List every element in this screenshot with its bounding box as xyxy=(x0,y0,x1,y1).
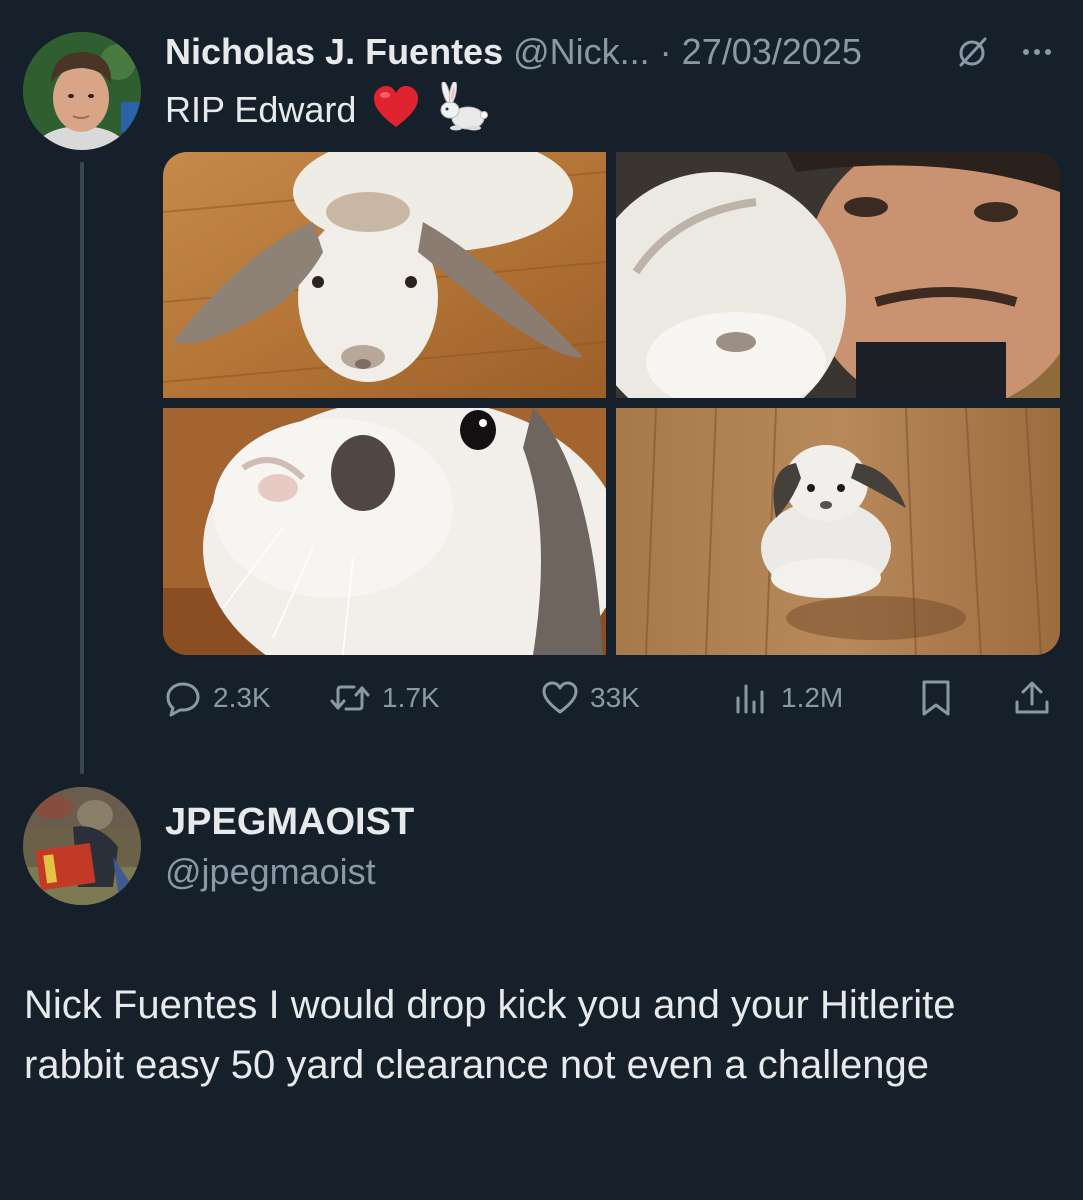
red-heart-icon xyxy=(372,85,420,140)
photo-rabbit-nose-closeup[interactable] xyxy=(163,408,606,655)
more-options-icon[interactable] xyxy=(1018,33,1056,71)
photo-rabbit-with-man[interactable] xyxy=(616,152,1060,398)
tweet-date[interactable]: 27/03/2025 xyxy=(682,31,862,72)
thread-connector-line xyxy=(80,162,84,774)
retweet-button[interactable]: 1.7K xyxy=(328,676,440,720)
photo-lop-rabbit-closeup[interactable] xyxy=(163,152,606,398)
tweet-header: Nicholas J. Fuentes @Nick... · 27/03/202… xyxy=(165,30,862,74)
bookmark-button[interactable] xyxy=(916,676,956,720)
photo-rabbit-on-wood-floor[interactable] xyxy=(616,408,1060,655)
retweet-count: 1.7K xyxy=(382,682,440,713)
tweet-text-content: RIP Edward xyxy=(165,89,357,131)
heart-icon xyxy=(540,678,580,718)
like-count: 33K xyxy=(590,682,640,713)
bookmark-icon xyxy=(916,678,956,718)
views-chart-icon xyxy=(731,678,771,718)
avatar-nicholas-fuentes[interactable] xyxy=(23,32,141,150)
grok-icon[interactable] xyxy=(955,34,991,70)
reply-icon xyxy=(163,678,203,718)
reply-author-handle[interactable]: @jpegmaoist xyxy=(165,850,376,894)
author-handle[interactable]: @Nick... xyxy=(513,31,650,72)
reply-author-display-name[interactable]: JPEGMAOIST xyxy=(165,800,414,844)
share-button[interactable] xyxy=(1012,676,1052,720)
reply-button[interactable]: 2.3K xyxy=(163,676,271,720)
tweet-text: RIP Edward xyxy=(165,80,489,143)
reply-count: 2.3K xyxy=(213,682,271,713)
author-display-name[interactable]: Nicholas J. Fuentes xyxy=(165,31,503,72)
rabbit-icon xyxy=(436,80,489,143)
views-button[interactable]: 1.2M xyxy=(731,676,843,720)
header-separator: · xyxy=(649,31,682,72)
reply-text: Nick Fuentes I would drop kick you and y… xyxy=(24,983,956,1087)
like-button[interactable]: 33K xyxy=(540,676,640,720)
avatar-jpegmaoist[interactable] xyxy=(23,787,141,905)
share-icon xyxy=(1012,678,1052,718)
retweet-icon xyxy=(328,678,372,718)
views-count: 1.2M xyxy=(781,682,844,713)
tweet-media-grid xyxy=(163,152,1060,655)
